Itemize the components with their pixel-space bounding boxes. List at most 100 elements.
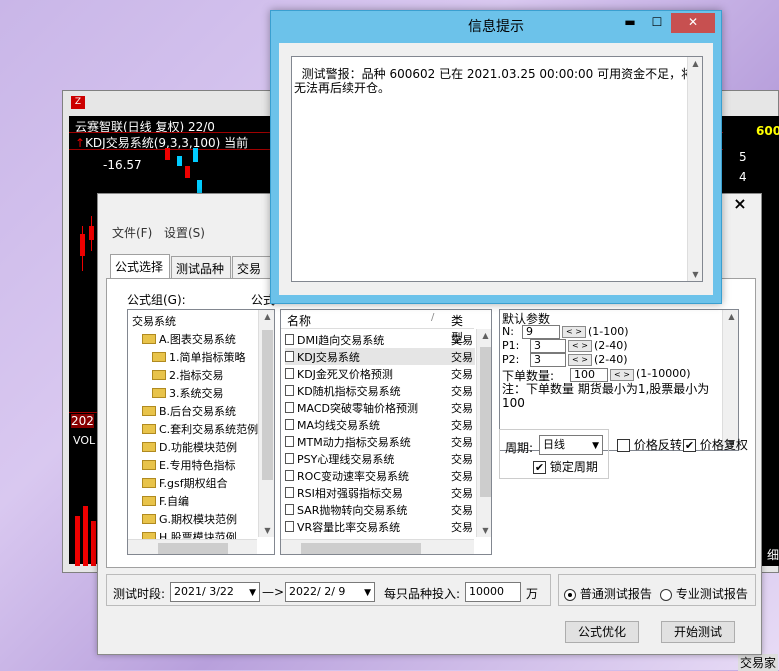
tab-test-variety[interactable]: 测试品种 — [171, 256, 231, 278]
formula-group-tree[interactable]: 交易系统 A.图表交易系统 1.简单指标策略 2.指标交易 3.系统交易 B.后台交易系统… — [127, 309, 275, 555]
tree-item-label: G.期权模块范例 — [159, 513, 238, 526]
invest-unit: 万 — [526, 587, 539, 601]
qty-input[interactable]: 100 — [570, 368, 608, 382]
invest-label: 每只品种投入: — [384, 587, 461, 601]
list-item[interactable]: MACD突破零轴价格预测 交易 — [285, 399, 475, 416]
tree-item[interactable]: B.后台交易系统 — [142, 402, 236, 420]
start-date-picker[interactable]: 2021/ 3/22 ▼ — [170, 582, 260, 602]
price-adjust-checkbox[interactable]: ✔ 价格复权 — [683, 436, 748, 453]
end-date: 2022/ 2/ 9 — [289, 585, 346, 598]
list-item[interactable]: MTM动力指标交易系统 交易 — [285, 433, 475, 450]
tree-item[interactable]: F.自编 — [142, 492, 189, 510]
tree-item-label: 2.指标交易 — [169, 369, 224, 382]
checkbox-icon: ✔ — [683, 439, 696, 452]
close-icon[interactable]: ✕ — [671, 13, 715, 33]
list-item[interactable]: KDJ金死叉价格预测 交易 — [285, 365, 475, 382]
checkbox-icon — [617, 439, 630, 452]
list-item[interactable]: KDJ交易系统 交易 — [285, 348, 475, 365]
invest-input[interactable]: 10000 — [465, 582, 521, 602]
info-message-dialog: 信息提示 ▬ ☐ ✕ 测试警报：品种 600602 已在 2021.03.25 … — [270, 10, 722, 304]
list-item[interactable]: ROC变动速率交易系统 交易 — [285, 467, 475, 484]
param-p1-input[interactable]: 3 — [530, 339, 566, 353]
formula-file-icon — [285, 470, 294, 481]
list-item-type: 交易 — [451, 452, 473, 466]
list-item[interactable]: PSY心理线交易系统 交易 — [285, 450, 475, 467]
list-item-name: ROC变动速率交易系统 — [297, 469, 409, 483]
side-price: 600 — [756, 124, 779, 138]
tree-item[interactable]: C.套利交易系统范例 — [142, 420, 258, 438]
qty-range: (1-10000) — [636, 367, 691, 380]
maximize-icon[interactable]: ☐ — [644, 13, 670, 33]
param-n-spinner[interactable]: < > — [562, 326, 586, 338]
side-right-label: 细 — [767, 548, 779, 562]
list-header-name[interactable]: 名称 — [287, 312, 311, 329]
tree-item[interactable]: 2.指标交易 — [152, 366, 224, 384]
test-period-label: 测试时段: — [113, 587, 166, 601]
param-note: 注：下单数量 期货最小为1,股票最小为100 — [502, 382, 710, 410]
list-item-name: MACD突破零轴价格预测 — [297, 401, 418, 415]
period-select[interactable]: 日线 ▼ — [539, 435, 603, 455]
qty-spinner[interactable]: < > — [610, 369, 634, 381]
list-item[interactable]: VR容量比率交易系统 交易 — [285, 518, 475, 535]
price-reverse-label: 价格反转 — [633, 438, 682, 452]
tree-item[interactable]: A.图表交易系统 — [142, 330, 236, 348]
message-text[interactable]: 测试警报：品种 600602 已在 2021.03.25 00:00:00 可用… — [291, 56, 703, 282]
folder-icon — [142, 478, 156, 488]
list-item-name: KDJ金死叉价格预测 — [297, 367, 393, 381]
period-value: 日线 — [543, 438, 565, 451]
minimize-icon[interactable]: ▬ — [617, 13, 643, 33]
start-test-button[interactable]: 开始测试 — [661, 621, 735, 643]
tree-item[interactable]: G.期权模块范例 — [142, 510, 237, 528]
folder-icon — [142, 424, 156, 434]
tree-item-label: 1.简单指标策略 — [169, 351, 246, 364]
report-pro-radio[interactable]: 专业测试报告 — [660, 585, 748, 602]
param-p2-range: (2-40) — [594, 353, 628, 366]
param-n-input[interactable]: 9 — [522, 325, 560, 339]
formula-file-icon — [285, 436, 294, 447]
tree-item[interactable]: 1.简单指标策略 — [152, 348, 246, 366]
list-item-type: 交易 — [451, 469, 473, 483]
price-adjust-label: 价格复权 — [699, 438, 748, 452]
report-normal-radio[interactable]: 普通测试报告 — [564, 585, 652, 602]
formula-list[interactable]: 名称 / 类型 DMI趋向交易系统 交易 KDJ交易系统 交易 KDJ金死叉价格预测 交易… — [280, 309, 492, 555]
folder-icon — [152, 388, 166, 398]
param-p1-spinner[interactable]: < > — [568, 340, 592, 352]
formula-file-icon — [285, 419, 294, 430]
menu-settings[interactable]: 设置(S) — [164, 224, 205, 241]
message-client: 测试警报：品种 600602 已在 2021.03.25 00:00:00 可用… — [279, 43, 713, 295]
formula-file-icon — [285, 453, 294, 464]
tree-item-label: F.自编 — [159, 495, 190, 508]
list-item-type: 交易 — [451, 520, 473, 534]
close-icon[interactable]: × — [718, 194, 762, 214]
chevron-down-icon: ▼ — [364, 588, 371, 598]
list-item-type: 交易 — [451, 503, 473, 517]
list-item[interactable]: RSI相对强弱指标交易 交易 — [285, 484, 475, 501]
tab-formula-select[interactable]: 公式选择 — [110, 254, 170, 279]
param-p2-spinner[interactable]: < > — [568, 354, 592, 366]
tree-item[interactable]: D.功能模块范例 — [142, 438, 237, 456]
menu-file[interactable]: 文件(F) — [112, 224, 152, 241]
param-p2-input[interactable]: 3 — [530, 353, 566, 367]
price-reverse-checkbox[interactable]: 价格反转 — [617, 436, 682, 453]
formula-file-icon — [285, 368, 294, 379]
list-item[interactable]: MA均线交易系统 交易 — [285, 416, 475, 433]
end-date-picker[interactable]: 2022/ 2/ 9 ▼ — [285, 582, 375, 602]
lock-period-checkbox[interactable]: ✔ 锁定周期 — [533, 458, 598, 475]
list-item[interactable]: DMI趋向交易系统 交易 — [285, 331, 475, 348]
formula-file-icon — [285, 521, 294, 532]
list-item[interactable]: KD随机指标交易系统 交易 — [285, 382, 475, 399]
folder-icon — [142, 334, 156, 344]
tree-item-label: 交易系统 — [132, 315, 176, 328]
tree-item[interactable]: E.专用特色指标 — [142, 456, 235, 474]
tree-item[interactable]: F.gsf期权组合 — [142, 474, 228, 492]
formula-file-icon — [285, 487, 294, 498]
checkbox-icon: ✔ — [533, 461, 546, 474]
list-item[interactable]: SAR抛物转向交易系统 交易 — [285, 501, 475, 518]
list-item-name: PSY心理线交易系统 — [297, 452, 395, 466]
param-p1-label: P1: — [502, 339, 520, 352]
tree-item[interactable]: 3.系统交易 — [152, 384, 224, 402]
message-scrollbar[interactable]: ▲ ▼ — [687, 57, 702, 281]
chevron-down-icon: ▼ — [592, 441, 599, 451]
formula-optimize-button[interactable]: 公式优化 — [565, 621, 639, 643]
tree-item[interactable]: 交易系统 — [132, 312, 176, 330]
